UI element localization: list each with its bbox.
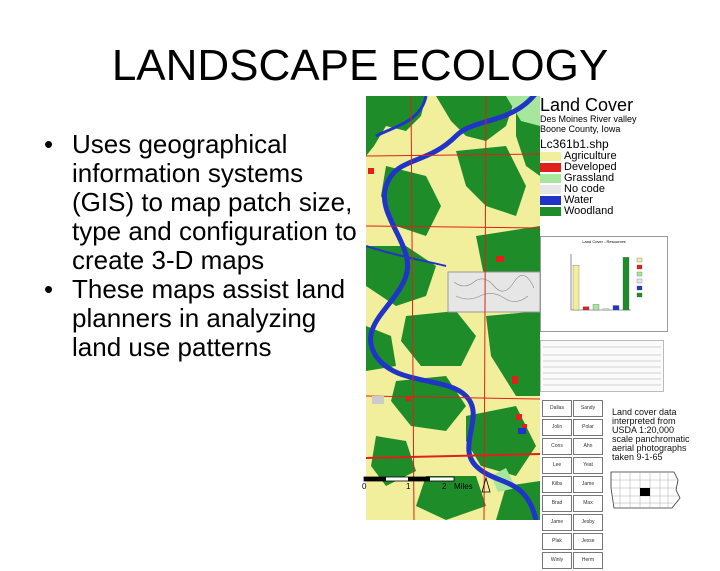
county-grid: Dallas SandyJolin PolarCons AhnLee YeatKilbs… [542, 400, 604, 571]
legend-swatch [540, 207, 561, 216]
county-cell: Brad [542, 495, 572, 512]
scale-one: 1 [406, 482, 411, 491]
county-cell: Lee [542, 457, 572, 474]
legend-swatch [540, 152, 561, 161]
chart-axes [570, 254, 631, 311]
county-cell: Jolin [542, 419, 572, 436]
county-cell: Jame [542, 514, 572, 531]
slide-title: LANDSCAPE ECOLOGY [111, 41, 609, 90]
legend-item: Woodland [540, 206, 668, 217]
legend-label: Woodland [564, 205, 614, 217]
chart-plot [570, 254, 643, 311]
county-cell: Sandy [573, 400, 603, 417]
legend-title: Land Cover [540, 95, 634, 115]
chart-legend-swatch [636, 257, 643, 263]
county-cell: Cons [542, 438, 572, 455]
map-legend: Land Cover Des Moines River valley Boone… [540, 96, 668, 217]
county-cell: Jame [573, 476, 603, 493]
county-cell: Yeat [573, 457, 603, 474]
bullet-text: Uses geographical information systems (G… [72, 129, 357, 275]
chart-bar [622, 257, 630, 311]
table-lines [543, 346, 661, 386]
chart-bar [602, 308, 610, 311]
data-source-note: Land cover data interpreted from USDA 1:… [612, 408, 692, 462]
land-cover-table [540, 340, 664, 392]
note-line: taken 9-1-65 [612, 452, 663, 462]
legend-subtitle: Des Moines River valley [540, 114, 637, 124]
chart-bar [592, 304, 600, 311]
scale-two: 2 [442, 482, 447, 491]
map-pond [518, 428, 526, 434]
legend-swatch [540, 163, 561, 172]
bullet-dot-icon: • [44, 129, 54, 159]
map-no-code-area [447, 271, 540, 313]
boone-county-marker [640, 488, 650, 496]
chart-legend-swatch [636, 292, 643, 298]
chart-legend-swatch [636, 264, 643, 270]
chart-legend-swatch [636, 271, 643, 277]
bullet-list: • Uses geographical information systems (… [40, 130, 360, 362]
chart-legend-swatch [636, 278, 643, 284]
legend-item: No code [540, 184, 668, 195]
legend-items: Agriculture Developed Grassland No code Wate… [540, 151, 668, 217]
legend-subtitle: Boone County, Iowa [540, 124, 621, 134]
county-cell: Jesse [573, 533, 603, 550]
scale-unit: Miles [454, 482, 473, 491]
chart-bar [582, 306, 590, 311]
county-cell: Herm [573, 552, 603, 569]
county-cell: Winly [542, 552, 572, 569]
map-scale-bar: 0 1 2 Miles [362, 474, 492, 496]
scale-zero: 0 [362, 482, 367, 491]
bullet-item: • These maps assist land planners in anal… [40, 275, 360, 362]
north-arrow-icon [481, 476, 491, 493]
bullet-item: • Uses geographical information systems (… [40, 130, 360, 275]
county-cell: Ahn [573, 438, 603, 455]
land-cover-chart: Land Cover - Resources [540, 236, 668, 332]
chart-legend-swatch [636, 285, 643, 291]
iowa-locator-map [610, 471, 681, 509]
map-town-block [372, 396, 384, 404]
county-cell: Dallas [542, 400, 572, 417]
county-cell: Jesby [573, 514, 603, 531]
county-cell: Plak [542, 533, 572, 550]
chart-bar [612, 305, 620, 311]
chart-bar [572, 265, 580, 311]
land-cover-map [366, 96, 540, 520]
county-cell: Kilbs [542, 476, 572, 493]
legend-swatch [540, 174, 561, 183]
legend-swatch [540, 196, 561, 205]
bullet-dot-icon: • [44, 274, 54, 304]
county-cell: Polar [573, 419, 603, 436]
bullet-text: These maps assist land planners in analy… [72, 274, 346, 362]
county-cell: Max [573, 495, 603, 512]
legend-swatch [540, 185, 561, 194]
